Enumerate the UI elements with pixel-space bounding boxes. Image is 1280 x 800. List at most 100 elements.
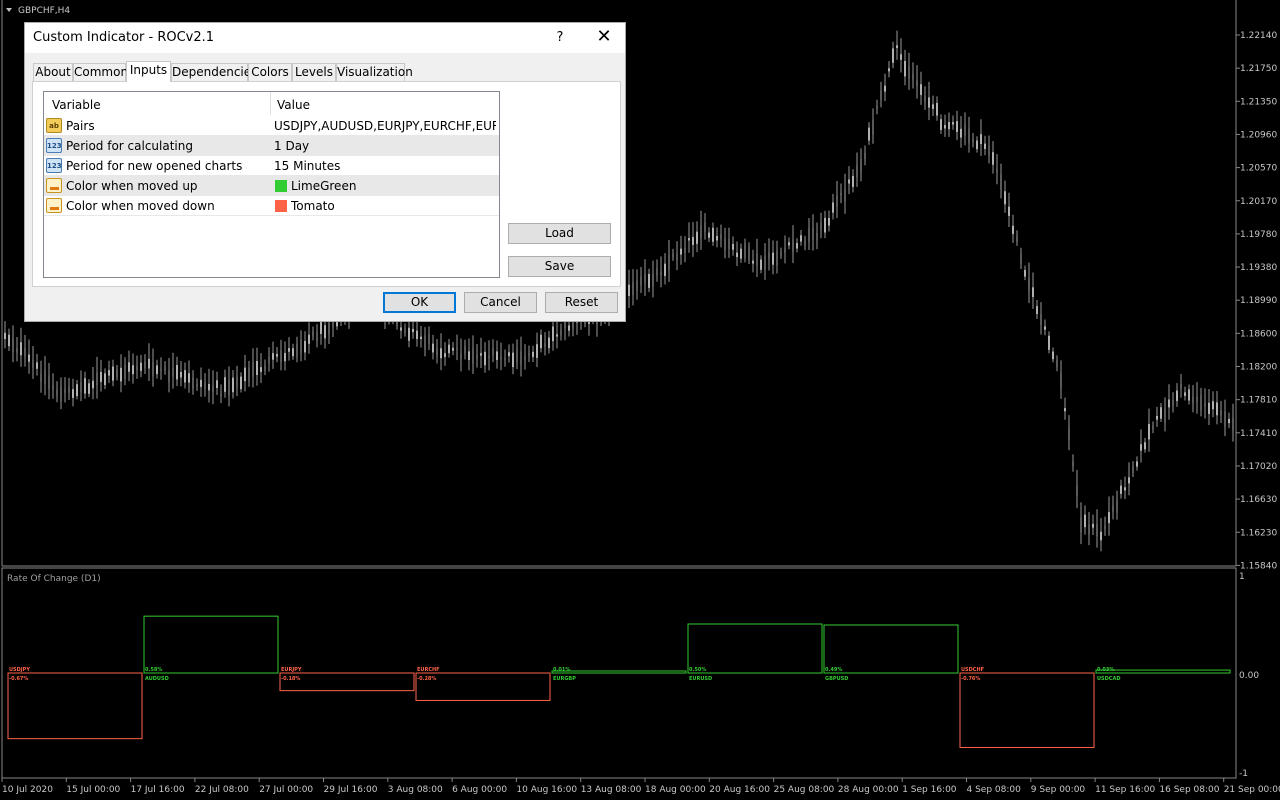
- candle-body: [812, 228, 814, 240]
- ok-button[interactable]: OK: [383, 292, 456, 313]
- column-separator[interactable]: [270, 92, 271, 115]
- inputs-tab-panel: Variable Value ab Pairs USDJPY,AUDUSD,EU…: [32, 81, 621, 287]
- column-value[interactable]: Value: [277, 98, 310, 112]
- tab-dependencies[interactable]: Dependencies: [171, 63, 257, 81]
- candle-body: [776, 250, 778, 266]
- candle-body: [948, 122, 950, 130]
- candle-body: [1064, 408, 1066, 412]
- close-icon[interactable]: ✕: [590, 26, 618, 50]
- candle-body: [212, 384, 214, 393]
- candle-body: [688, 238, 690, 241]
- candle-body: [848, 179, 850, 184]
- candle-body: [1072, 461, 1074, 467]
- time-label: 20 Aug 16:00: [709, 785, 770, 795]
- candle-body: [220, 393, 222, 396]
- candle-body: [1104, 525, 1106, 529]
- tab-colors[interactable]: Colors: [248, 63, 292, 81]
- candle-body: [976, 140, 978, 150]
- candle-body: [84, 378, 86, 394]
- candle-body: [1196, 396, 1198, 403]
- reset-button[interactable]: Reset: [545, 292, 618, 313]
- candle-body: [248, 367, 250, 382]
- candle-body: [280, 350, 282, 362]
- candle-body: [492, 347, 494, 356]
- variable-name: Pairs: [66, 119, 95, 133]
- candle-body: [892, 48, 894, 63]
- tab-common[interactable]: Common: [73, 63, 128, 81]
- candle-body: [768, 252, 770, 260]
- roc-pair-label: USDCAD: [1097, 676, 1121, 682]
- candle-body: [1160, 407, 1162, 419]
- variable-value[interactable]: Tomato: [291, 199, 513, 213]
- variable-value[interactable]: 1 Day: [274, 139, 496, 153]
- candle-body: [1224, 411, 1226, 427]
- candle-body: [232, 377, 234, 393]
- variable-value[interactable]: USDJPY,AUDUSD,EURJPY,EURCHF,EUR...: [274, 119, 496, 133]
- candle-body: [300, 339, 302, 355]
- candle-body: [720, 234, 722, 240]
- grid-header: Variable Value: [44, 92, 499, 115]
- roc-pair-label: GBPUSD: [825, 676, 848, 682]
- candle-body: [1000, 174, 1002, 190]
- candle-body: [500, 356, 502, 359]
- candle-body: [936, 102, 938, 116]
- price-label: 1.20170: [1240, 197, 1277, 207]
- candle-body: [844, 188, 846, 202]
- time-label: 27 Jul 00:00: [259, 785, 313, 795]
- candle-body: [1168, 399, 1170, 408]
- candle-body: [960, 128, 962, 138]
- candle-body: [568, 325, 570, 331]
- candle-body: [1148, 424, 1150, 440]
- input-row-period-new[interactable]: 123 Period for new opened charts 15 Minu…: [44, 156, 499, 176]
- variable-value[interactable]: 15 Minutes: [274, 159, 496, 173]
- candle-body: [1164, 408, 1166, 423]
- candle-body: [200, 379, 202, 387]
- input-row-pairs[interactable]: ab Pairs USDJPY,AUDUSD,EURJPY,EURCHF,EUR…: [44, 116, 499, 136]
- candle-body: [276, 354, 278, 357]
- color-type-icon: [46, 178, 62, 193]
- indicator-title: Rate Of Change (D1): [7, 574, 101, 584]
- candle-body: [180, 372, 182, 378]
- candle-body: [804, 240, 806, 247]
- save-button[interactable]: Save: [508, 256, 611, 277]
- candle-body: [740, 248, 742, 259]
- tab-about[interactable]: About: [33, 63, 73, 81]
- candle-body: [636, 280, 638, 291]
- column-variable[interactable]: Variable: [52, 98, 101, 112]
- candle-body: [984, 143, 986, 149]
- candle-body: [476, 355, 478, 359]
- candle-body: [696, 231, 698, 244]
- candle-body: [632, 282, 634, 296]
- input-row-color-down[interactable]: Color when moved down Tomato: [44, 196, 499, 216]
- candle-body: [888, 68, 890, 72]
- candle-body: [1220, 410, 1222, 416]
- cancel-button[interactable]: Cancel: [464, 292, 537, 313]
- input-row-color-up[interactable]: Color when moved up LimeGreen: [44, 176, 499, 196]
- roc-box-usdchf: [959, 672, 1095, 748]
- price-label: 1.18990: [1240, 296, 1277, 306]
- dialog-titlebar[interactable]: Custom Indicator - ROCv2.1 ? ✕: [25, 23, 625, 53]
- tab-inputs[interactable]: Inputs: [126, 61, 171, 82]
- tab-levels[interactable]: Levels: [292, 63, 336, 81]
- inputs-grid[interactable]: Variable Value ab Pairs USDJPY,AUDUSD,EU…: [43, 91, 500, 278]
- candle-body: [132, 365, 134, 375]
- input-row-period-calc[interactable]: 123 Period for calculating 1 Day: [44, 136, 499, 156]
- time-label: 18 Aug 00:00: [645, 785, 706, 795]
- load-button[interactable]: Load: [508, 223, 611, 244]
- variable-value[interactable]: LimeGreen: [291, 179, 513, 193]
- candle-body: [228, 379, 230, 396]
- candle-body: [172, 367, 174, 377]
- chart-menu-triangle-icon[interactable]: [6, 8, 12, 12]
- candle-body: [24, 347, 26, 357]
- tab-visualization[interactable]: Visualization: [336, 63, 413, 81]
- time-label: 16 Sep 08:00: [1159, 785, 1219, 795]
- candle-body: [1124, 487, 1126, 491]
- candle-body: [1204, 403, 1206, 407]
- candle-body: [128, 362, 130, 372]
- price-label: 1.21350: [1240, 97, 1277, 107]
- candle-body: [1132, 466, 1134, 473]
- help-button[interactable]: ?: [550, 28, 570, 48]
- roc-pair-label: USDCHF: [961, 667, 984, 673]
- candle-body: [536, 344, 538, 358]
- candle-body: [1080, 517, 1082, 533]
